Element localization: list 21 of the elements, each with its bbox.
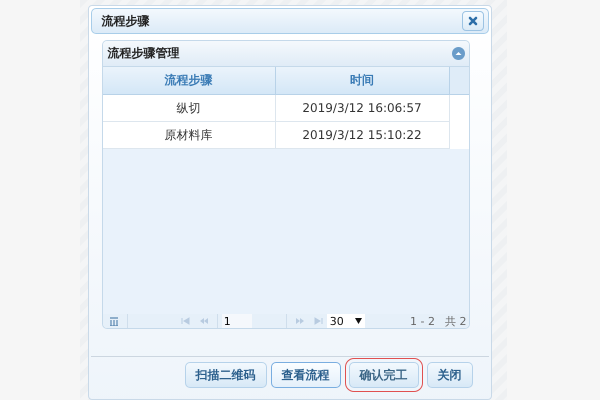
table-cell: 纵切: [102, 95, 276, 122]
close-icon: [468, 16, 478, 26]
column-header[interactable]: 时间: [276, 67, 450, 95]
page-input[interactable]: 1: [222, 314, 252, 328]
column-header[interactable]: 流程步骤: [102, 67, 276, 95]
last-page-icon[interactable]: [312, 317, 323, 325]
dialog-title: 流程步骤: [102, 12, 150, 30]
dialog-button[interactable]: 查看流程: [270, 362, 340, 388]
record-total: 共 2: [445, 314, 466, 328]
previous-page-icon[interactable]: [198, 317, 209, 325]
dialog-button[interactable]: 关闭: [426, 362, 472, 388]
table-cell: 2019/3/12 16:06:57: [276, 95, 450, 122]
collapse-icon[interactable]: [452, 47, 464, 60]
next-page-icon[interactable]: [294, 317, 305, 325]
record-range: 1 - 2: [410, 314, 435, 328]
page-size-select[interactable]: 30: [326, 314, 365, 328]
dialog-button[interactable]: 扫描二维码: [184, 362, 266, 388]
first-page-icon[interactable]: [180, 317, 191, 325]
panel-title: 流程步骤管理: [108, 45, 180, 62]
dropdown-arrow-icon: [354, 318, 362, 324]
close-button[interactable]: [462, 11, 484, 31]
